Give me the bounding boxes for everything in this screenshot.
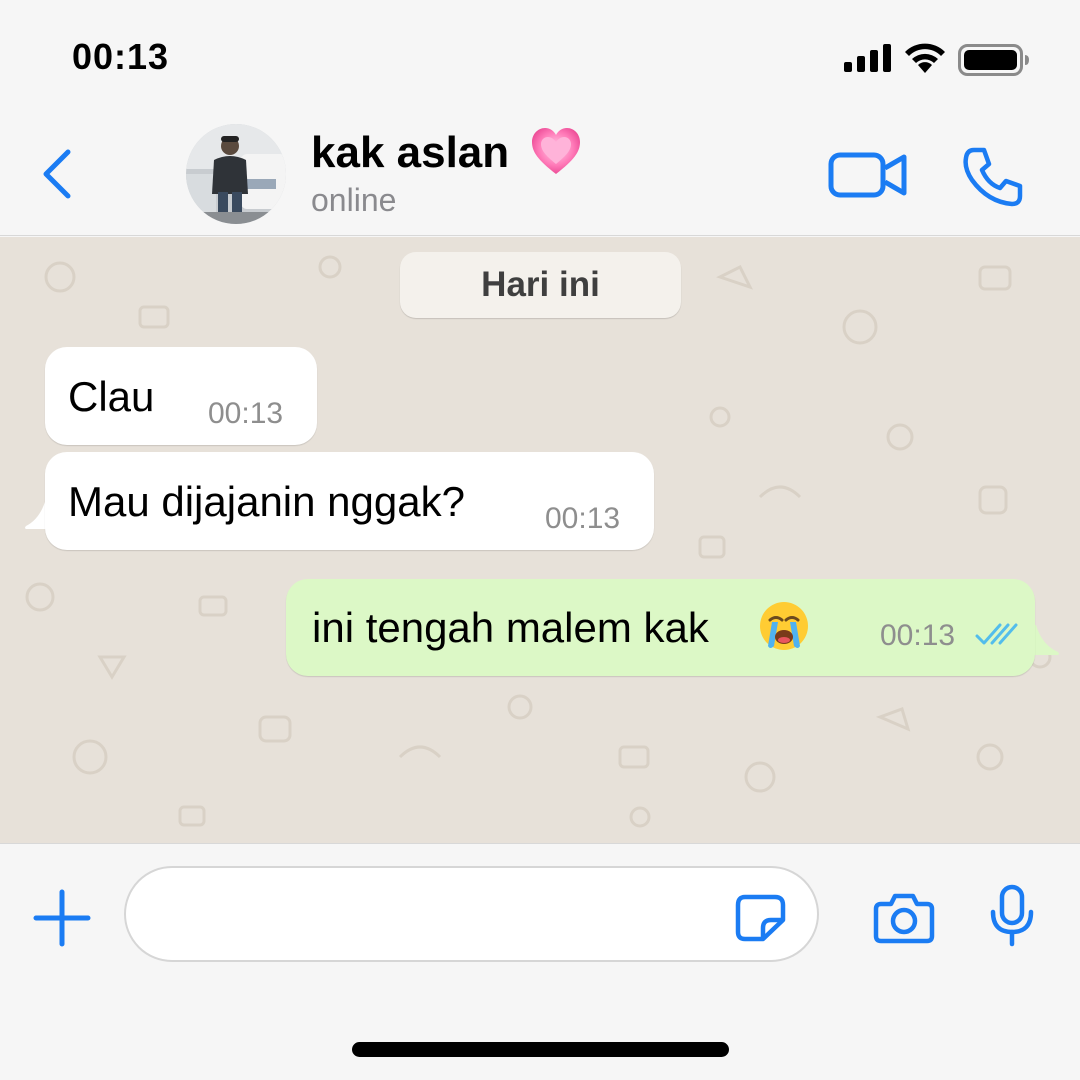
message-time: 00:13 <box>208 397 284 430</box>
plus-icon[interactable] <box>32 888 92 948</box>
message-text: ini tengah malem kak <box>312 604 709 651</box>
video-call-icon[interactable] <box>828 150 908 200</box>
outgoing-message[interactable]: ini tengah malem kak 00:13 <box>286 579 1035 676</box>
sticker-icon[interactable] <box>735 894 787 942</box>
message-time: 00:13 <box>880 619 956 652</box>
incoming-message[interactable]: Mau dijajanin nggak? 00:13 <box>45 452 654 550</box>
camera-icon[interactable] <box>873 892 935 944</box>
message-text: Clau <box>68 373 155 420</box>
pink-heart-emoji <box>532 128 580 174</box>
message-input[interactable] <box>124 866 819 962</box>
date-separator: Hari ini <box>400 252 681 318</box>
microphone-icon[interactable] <box>988 884 1036 948</box>
contact-status: online <box>311 182 397 218</box>
incoming-message[interactable]: Clau 00:13 <box>45 347 317 445</box>
status-bar: 00:13 <box>0 0 1080 112</box>
chat-header: kak aslan online <box>0 112 1080 236</box>
battery-icon <box>958 44 1029 76</box>
home-indicator[interactable] <box>352 1042 729 1057</box>
cellular-signal-icon <box>844 44 891 72</box>
contact-name[interactable]: kak aslan <box>311 128 509 178</box>
message-time: 00:13 <box>545 502 621 535</box>
avatar[interactable] <box>186 124 286 224</box>
back-chevron-icon[interactable] <box>36 146 80 202</box>
status-time: 00:13 <box>72 36 170 77</box>
chat-area[interactable]: Hari ini Clau 00:13 Mau dijajanin nggak?… <box>0 237 1080 843</box>
wifi-icon <box>905 43 945 73</box>
message-text: Mau dijajanin nggak? <box>68 478 465 525</box>
phone-icon[interactable] <box>962 146 1024 208</box>
double-check-read-icon <box>975 623 1018 645</box>
loudly-crying-face-emoji <box>760 602 808 650</box>
